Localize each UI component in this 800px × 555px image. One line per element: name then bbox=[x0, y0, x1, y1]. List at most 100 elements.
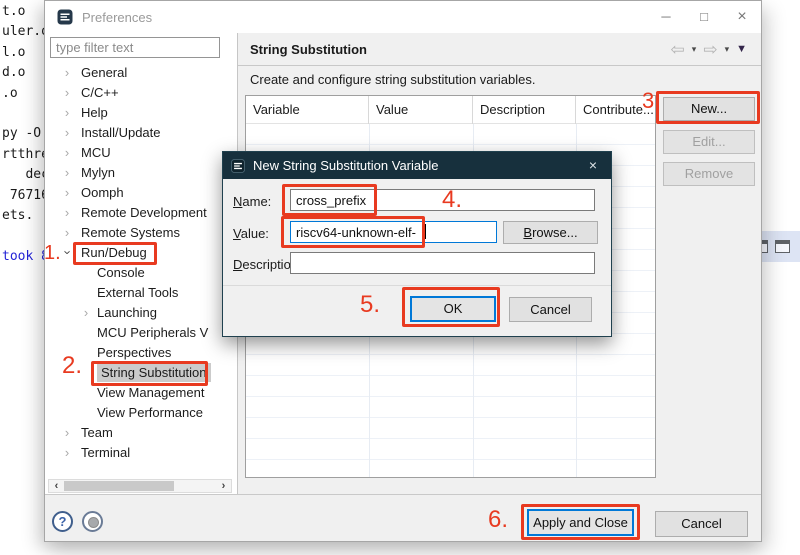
chevron-collapsed-icon[interactable]: › bbox=[80, 303, 92, 323]
sidebar-item-label: Mylyn bbox=[81, 165, 115, 180]
sidebar-item-label: View Performance bbox=[97, 405, 203, 420]
chevron-collapsed-icon[interactable]: › bbox=[61, 143, 73, 163]
sidebar-item-general[interactable]: › General bbox=[45, 63, 237, 83]
browse-button[interactable]: Browse... bbox=[503, 221, 598, 244]
cancel-button[interactable]: Cancel bbox=[655, 511, 748, 537]
dialog-title: New String Substitution Variable bbox=[253, 158, 438, 173]
sidebar-item-mylyn[interactable]: › Mylyn bbox=[45, 163, 237, 183]
sidebar-item-mcu-peripherals-v[interactable]: MCU Peripherals V bbox=[45, 323, 237, 343]
chevron-expanded-icon[interactable]: › bbox=[58, 246, 78, 258]
background-view-strip bbox=[762, 231, 800, 262]
back-dropdown-icon[interactable]: ▾ bbox=[692, 44, 697, 55]
window-title: Preferences bbox=[82, 10, 152, 25]
forward-dropdown-icon[interactable]: ▾ bbox=[725, 44, 730, 55]
value-field[interactable] bbox=[290, 221, 497, 243]
sidebar-item-label: General bbox=[81, 65, 127, 80]
chevron-collapsed-icon[interactable]: › bbox=[61, 423, 73, 443]
sidebar-item-label: MCU Peripherals V bbox=[97, 325, 208, 340]
sidebar-item-view-management[interactable]: View Management bbox=[45, 383, 237, 403]
sidebar-item-string-substitution[interactable]: String Substitution bbox=[45, 363, 237, 383]
sidebar-item-install-update[interactable]: › Install/Update bbox=[45, 123, 237, 143]
sidebar-item-external-tools[interactable]: External Tools bbox=[45, 283, 237, 303]
sidebar-item-help[interactable]: ›Help bbox=[45, 103, 237, 123]
app-icon bbox=[57, 9, 73, 25]
forward-icon[interactable]: ⇨ bbox=[703, 41, 717, 58]
scroll-right-icon[interactable]: › bbox=[217, 480, 230, 492]
dialog-app-icon bbox=[231, 159, 245, 173]
chevron-collapsed-icon[interactable]: › bbox=[61, 103, 73, 123]
dialog-separator bbox=[223, 285, 611, 286]
new-button[interactable]: New... bbox=[663, 97, 755, 121]
help-icon[interactable]: ? bbox=[52, 511, 73, 532]
panel-description: Create and configure string substitution… bbox=[250, 72, 535, 87]
sidebar-item-label: String Substitution bbox=[97, 363, 211, 382]
back-icon[interactable]: ⇦ bbox=[671, 41, 685, 58]
sidebar-item-label: Console bbox=[97, 265, 145, 280]
sidebar-item-label: Remote Development bbox=[81, 205, 207, 220]
page-title: String Substitution bbox=[250, 42, 367, 57]
scroll-left-icon[interactable]: ‹ bbox=[50, 480, 63, 492]
sidebar-item-label: MCU bbox=[81, 145, 111, 160]
sidebar-item-team[interactable]: › Team bbox=[45, 423, 237, 443]
sidebar-item-terminal[interactable]: ›Terminal bbox=[45, 443, 237, 463]
chevron-collapsed-icon[interactable]: › bbox=[61, 183, 73, 203]
sidebar-item-label: Remote Systems bbox=[81, 225, 180, 240]
sidebar-item-label: Run/Debug bbox=[81, 245, 147, 260]
remove-button[interactable]: Remove bbox=[663, 162, 755, 186]
background-window-icon bbox=[775, 240, 790, 253]
sidebar-item-launching[interactable]: › Launching bbox=[45, 303, 237, 323]
close-button[interactable]: × bbox=[723, 1, 761, 33]
minimize-button[interactable]: ─ bbox=[647, 1, 685, 33]
table-column-header[interactable]: Description bbox=[473, 96, 576, 124]
screenshot-root: t.ouler.ol.od.o.o py -O brtthrea dec 767… bbox=[0, 0, 800, 555]
chevron-collapsed-icon[interactable]: › bbox=[61, 443, 73, 463]
sidebar-item-c-c-[interactable]: › C/C++ bbox=[45, 83, 237, 103]
chevron-collapsed-icon[interactable]: › bbox=[61, 83, 73, 103]
apply-and-close-button[interactable]: Apply and Close bbox=[527, 509, 634, 536]
dialog-cancel-button[interactable]: Cancel bbox=[509, 297, 592, 322]
sidebar-item-label: Launching bbox=[97, 305, 157, 320]
sidebar-horizontal-scrollbar[interactable]: ‹ › bbox=[48, 479, 232, 493]
sidebar-item-mcu[interactable]: › MCU bbox=[45, 143, 237, 163]
view-menu-icon[interactable]: ▼ bbox=[736, 43, 747, 55]
sidebar-item-label: External Tools bbox=[97, 285, 178, 300]
footer-separator bbox=[45, 494, 761, 495]
sidebar-item-view-performance[interactable]: View Performance bbox=[45, 403, 237, 423]
filter-input[interactable] bbox=[50, 37, 220, 58]
table-column-header[interactable]: Contribute... bbox=[576, 96, 655, 124]
window-titlebar: Preferences ─ □ × bbox=[45, 1, 761, 33]
sidebar-item-label: View Management bbox=[97, 385, 204, 400]
name-label: Name: bbox=[233, 194, 271, 209]
panel-header: String Substitution ⇦ ▾ ⇨ ▾ ▼ bbox=[238, 33, 761, 66]
sidebar-item-label: Team bbox=[81, 425, 113, 440]
sidebar-item-label: C/C++ bbox=[81, 85, 119, 100]
sidebar-item-run-debug[interactable]: ›Run/Debug bbox=[45, 243, 237, 263]
maximize-button[interactable]: □ bbox=[685, 1, 723, 33]
chevron-collapsed-icon[interactable]: › bbox=[61, 223, 73, 243]
table-header-row: VariableValueDescriptionContribute... bbox=[246, 96, 655, 124]
chevron-collapsed-icon[interactable]: › bbox=[61, 203, 73, 223]
chevron-collapsed-icon[interactable]: › bbox=[61, 163, 73, 183]
table-column-header[interactable]: Value bbox=[369, 96, 473, 124]
chevron-collapsed-icon[interactable]: › bbox=[61, 123, 73, 143]
preferences-tree: ›General›C/C++›Help›Install/Update›MCU›M… bbox=[45, 63, 237, 479]
macro-record-icon[interactable] bbox=[82, 511, 103, 532]
background-window-icon bbox=[762, 240, 768, 253]
sidebar-item-remote-systems[interactable]: › Remote Systems bbox=[45, 223, 237, 243]
dialog-titlebar: New String Substitution Variable × bbox=[223, 152, 611, 179]
sidebar-item-console[interactable]: Console bbox=[45, 263, 237, 283]
sidebar-item-perspectives[interactable]: Perspectives bbox=[45, 343, 237, 363]
chevron-collapsed-icon[interactable]: › bbox=[61, 63, 73, 83]
sidebar-item-label: Install/Update bbox=[81, 125, 161, 140]
sidebar-item-remote-development[interactable]: › Remote Development bbox=[45, 203, 237, 223]
sidebar-item-oomph[interactable]: › Oomph bbox=[45, 183, 237, 203]
name-field[interactable] bbox=[290, 189, 595, 211]
sidebar-item-label: Perspectives bbox=[97, 345, 171, 360]
scrollbar-thumb[interactable] bbox=[64, 481, 174, 491]
dialog-close-icon[interactable]: × bbox=[575, 152, 611, 179]
table-column-header[interactable]: Variable bbox=[246, 96, 369, 124]
edit-button[interactable]: Edit... bbox=[663, 130, 755, 154]
sidebar-item-label: Oomph bbox=[81, 185, 124, 200]
description-field[interactable] bbox=[290, 252, 595, 274]
ok-button[interactable]: OK bbox=[410, 296, 496, 322]
